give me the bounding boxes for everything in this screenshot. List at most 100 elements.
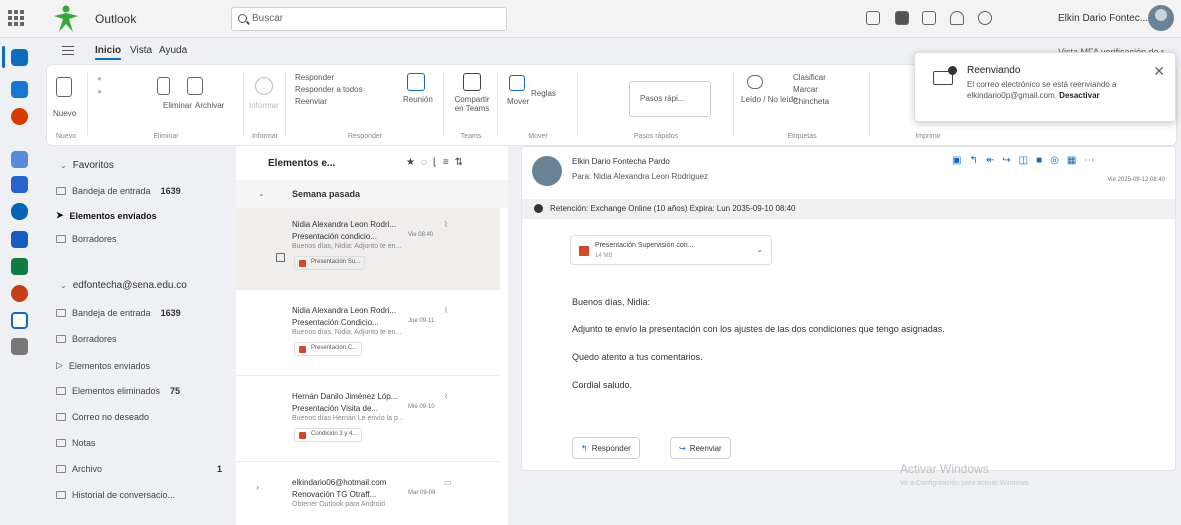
app-launcher-icon[interactable] [8, 10, 24, 26]
attachment-chip[interactable]: Presentación C... [294, 342, 363, 356]
copilot-icon[interactable] [11, 108, 28, 125]
archive-icon[interactable] [187, 77, 203, 95]
favorites-header[interactable]: ⌄ Favoritos [60, 160, 114, 171]
report-icon[interactable] [255, 77, 273, 95]
forward-button[interactable]: ↪ Reenviar [670, 437, 731, 459]
folder-fav-drafts[interactable]: Borradores [56, 234, 117, 244]
sender-name[interactable]: Elkin Dario Fontecha Pardo [572, 157, 670, 166]
list-item[interactable]: Nidia Alexandra Leon Rodri... ⌇ Presenta… [236, 294, 500, 376]
star-icon[interactable]: ★ [406, 157, 421, 168]
group-header[interactable]: ⌄ Semana pasada [236, 180, 508, 208]
group-label-responder: Responder [347, 133, 383, 140]
close-icon[interactable]: ✕ [1153, 63, 1165, 80]
quick-steps-box[interactable]: Pasos rápi... [629, 81, 711, 117]
list-item[interactable]: › elkindario06@hotmail.com ▭ Renovación … [236, 466, 500, 525]
tab-ayuda[interactable]: Ayuda [159, 45, 187, 56]
calendar-icon[interactable] [11, 81, 28, 98]
folder-deleted[interactable]: Elementos eliminados 75 [56, 386, 180, 396]
gear-icon[interactable] [978, 11, 992, 25]
mail-icon[interactable] [11, 49, 28, 66]
delete-icon[interactable] [157, 77, 170, 95]
meeting-icon[interactable] [407, 73, 425, 91]
list-item[interactable]: Hernán Danilo Jiménez Lóp... ⌇ Presentac… [236, 380, 500, 462]
todo-icon[interactable] [11, 176, 28, 193]
categorize-button[interactable]: Clasificar [793, 73, 826, 82]
read-unread-label[interactable]: Leído / No leído [741, 95, 797, 104]
folder-pane: ⌄ Favoritos Bandeja de entrada 1639 ➤ Eleme… [46, 146, 236, 525]
reply-icon[interactable]: ↰ [969, 155, 985, 166]
folder-fav-inbox[interactable]: Bandeja de entrada 1639 [56, 186, 181, 196]
list-toolbar[interactable]: ★◌⌊≡⇅ [406, 157, 469, 168]
pin-button[interactable]: Chincheta [793, 97, 829, 106]
reply-all-button[interactable]: Responder a todos [295, 85, 363, 94]
people-icon[interactable] [11, 151, 28, 168]
recipients[interactable]: Para: Nidia Alexandra Leon Rodriguez [572, 172, 708, 181]
rules-button[interactable]: Reglas [531, 89, 556, 98]
account-header[interactable]: ⌄ edfontecha@sena.edu.co [60, 280, 187, 291]
reply-button[interactable]: ↰ Responder [572, 437, 640, 459]
my-day-icon[interactable] [866, 11, 880, 25]
copilot-icon[interactable]: ◎ [1050, 155, 1067, 166]
more-icon[interactable]: ⋯ [1084, 155, 1102, 166]
filter-icon[interactable]: ≡ [443, 157, 455, 168]
folder-drafts[interactable]: Borradores [56, 334, 117, 344]
search-box[interactable]: Buscar [231, 7, 507, 31]
teams-icon[interactable] [895, 11, 909, 25]
folder-archive[interactable]: Archivo 1 [56, 464, 222, 474]
chevron-down-icon[interactable]: ⌄ [756, 245, 763, 254]
move-label[interactable]: Mover [507, 97, 529, 106]
folder-fav-sent[interactable]: ➤ Elementos enviados [56, 210, 157, 221]
select-checkbox[interactable] [276, 253, 285, 262]
powerpoint-icon[interactable] [11, 285, 28, 302]
reply-all-icon[interactable]: ↞ [986, 155, 1002, 166]
grid-icon[interactable]: ▦ [1067, 155, 1084, 166]
folder-notes[interactable]: Notas [56, 438, 96, 448]
folder-history[interactable]: Historial de conversacio... [56, 490, 175, 500]
bell-icon[interactable] [950, 11, 964, 25]
hamburger-icon[interactable] [62, 46, 74, 55]
list-item[interactable]: Nidia Alexandra Leon Rodri... ⌇ Presenta… [236, 208, 500, 290]
folder-sent[interactable]: ▷ Elementos enviados [56, 360, 150, 371]
new-mail-icon[interactable] [56, 77, 72, 97]
meeting-label[interactable]: Reunión [403, 95, 433, 104]
sort-icon[interactable]: ⇅ [455, 157, 469, 168]
list-title: Elementos e... [268, 158, 336, 169]
share-teams-icon[interactable] [463, 73, 481, 91]
select-icon[interactable]: ⌊ [433, 157, 443, 168]
forward-button[interactable]: Reenviar [295, 97, 327, 106]
avatar[interactable] [1148, 5, 1174, 31]
share-teams-label[interactable]: Compartir en Teams [451, 95, 493, 113]
new-label[interactable]: Nuevo [53, 109, 76, 118]
folder-junk[interactable]: Correo no deseado [56, 412, 149, 422]
excel-icon[interactable] [11, 258, 28, 275]
copilot-icon[interactable]: ◌ [421, 157, 433, 168]
user-name[interactable]: Elkin Dario Fontec... [1058, 13, 1148, 24]
word-icon[interactable] [11, 231, 28, 248]
teams-icon[interactable]: ▣ [952, 155, 969, 166]
reply-button[interactable]: Responder [295, 73, 334, 82]
attachment-chip[interactable]: Presentación Su... [294, 256, 366, 270]
read-unread-icon[interactable] [747, 75, 763, 89]
sender-avatar[interactable] [532, 156, 562, 186]
forward-icon[interactable]: ↪ [1002, 155, 1018, 166]
folder-inbox[interactable]: Bandeja de entrada 1639 [56, 308, 181, 318]
org-explorer-icon[interactable] [11, 312, 28, 329]
attachment-card[interactable]: Presentación Supervisión con... 14 MB ⌄ [570, 235, 772, 265]
flag-button[interactable]: Marcar [793, 85, 818, 94]
report-label[interactable]: Informar [249, 101, 279, 110]
category-icon[interactable]: ■ [1036, 155, 1050, 166]
deactivate-link[interactable]: Desactivar [1059, 91, 1099, 100]
chevron-right-icon[interactable]: › [256, 482, 259, 492]
group-label: Semana pasada [292, 189, 361, 199]
tab-vista[interactable]: Vista [130, 45, 152, 56]
sticker-icon[interactable]: ◫ [1019, 155, 1036, 166]
chat-icon[interactable] [922, 11, 936, 25]
tab-inicio[interactable]: Inicio [95, 45, 122, 60]
move-icon[interactable] [509, 75, 525, 91]
more-apps-icon[interactable] [11, 338, 28, 355]
archive-label[interactable]: Archivar [195, 101, 224, 110]
onedrive-icon[interactable] [11, 203, 28, 220]
attachment-chip[interactable]: Condición 3 y 4... [294, 428, 363, 442]
delete-label[interactable]: Eliminar [163, 101, 192, 110]
item-date: Jue 09-11 [408, 318, 435, 324]
